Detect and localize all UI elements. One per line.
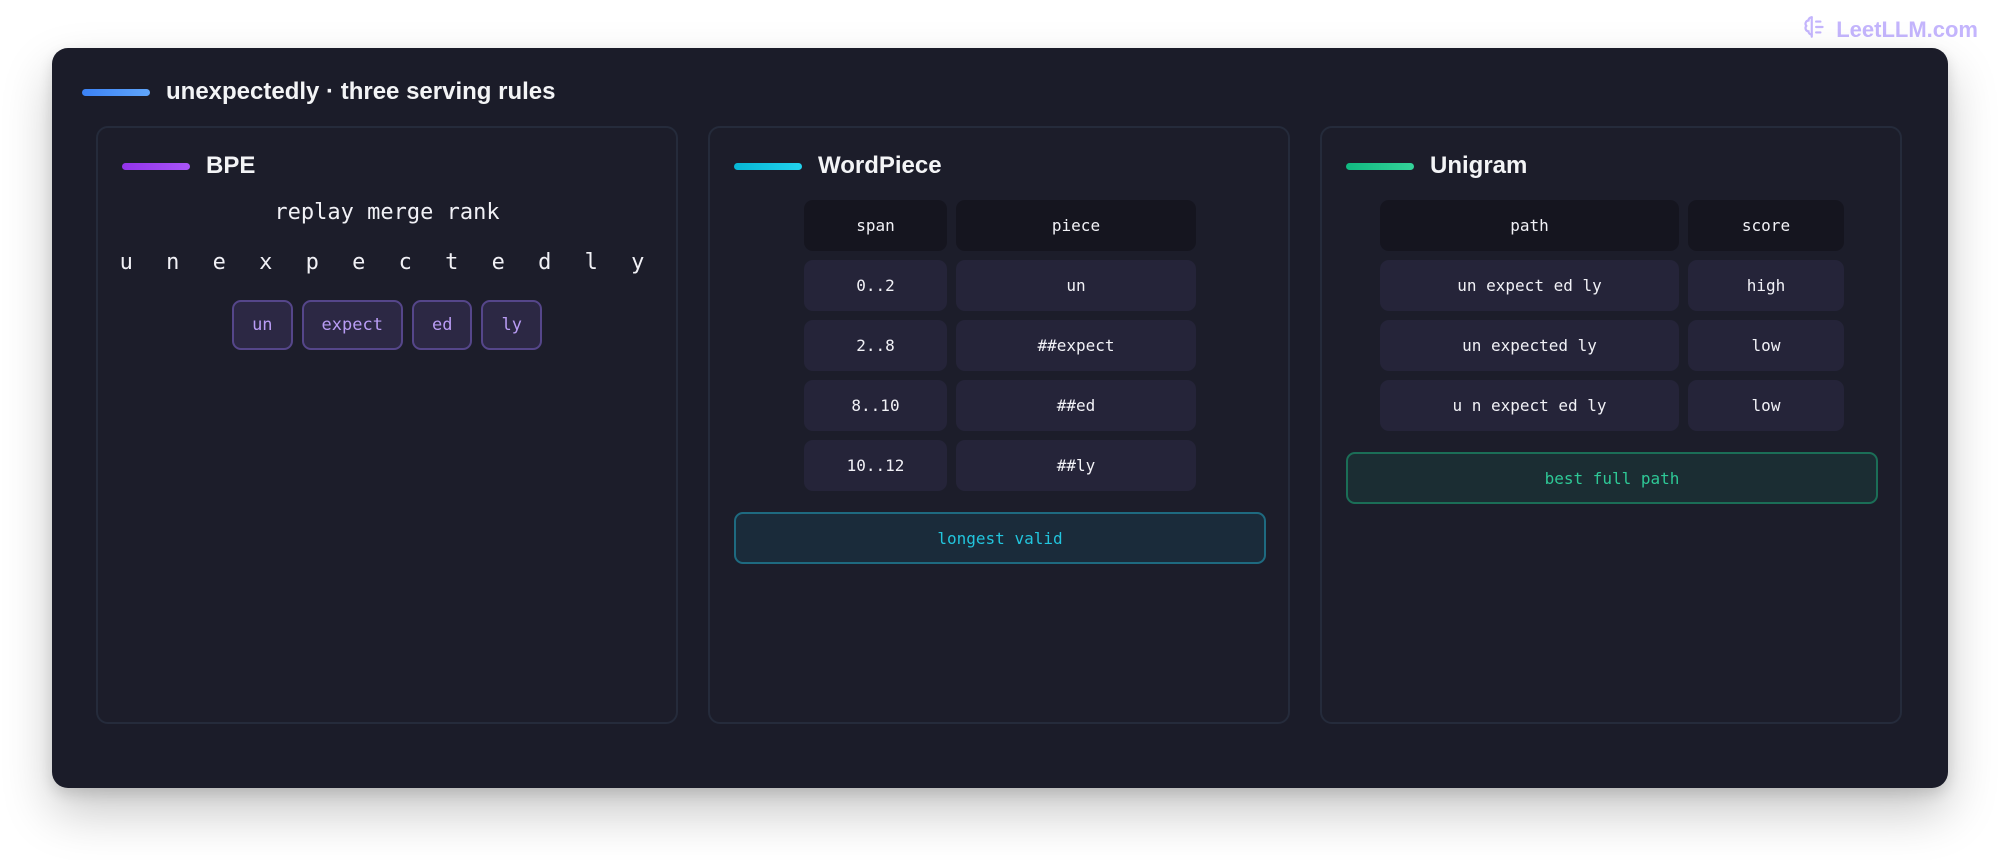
bpe-token: expect <box>301 300 403 350</box>
path-cell: un expect ed ly <box>1380 260 1679 311</box>
score-cell: low <box>1688 380 1844 431</box>
unigram-title: Unigram <box>1430 152 1528 179</box>
frame-accent-bar <box>82 88 150 96</box>
panel-bpe: BPE replay merge rank u n e x p e c t e … <box>96 126 678 724</box>
path-cell: u n expect ed ly <box>1380 380 1679 431</box>
table-header-row: span piece <box>804 200 1196 251</box>
span-cell: 10..12 <box>804 440 947 491</box>
frame-title: unexpectedly · three serving rules <box>166 78 556 105</box>
span-header: span <box>804 200 947 251</box>
table-row: 10..12 ##ly <box>804 440 1196 491</box>
table-row: un expected ly low <box>1380 320 1844 371</box>
score-header: score <box>1688 200 1844 251</box>
piece-cell: ##ed <box>956 380 1196 431</box>
table-row: 0..2 un <box>804 260 1196 311</box>
bpe-accent-bar <box>122 162 190 170</box>
path-cell: un expected ly <box>1380 320 1679 371</box>
diagram-frame: unexpectedly · three serving rules BPE r… <box>52 48 1948 788</box>
brand-logo: LeetLLM.com <box>1802 14 1978 46</box>
span-cell: 0..2 <box>804 260 947 311</box>
table-row: un expect ed ly high <box>1380 260 1844 311</box>
bpe-characters: u n e x p e c t e d l y <box>119 250 655 275</box>
panel-unigram-header: Unigram <box>1346 152 1527 180</box>
bpe-token: ly <box>481 300 542 350</box>
path-header: path <box>1380 200 1679 251</box>
unigram-accent-bar <box>1346 162 1414 170</box>
unigram-table: path score un expect ed ly high un expec… <box>1380 200 1844 431</box>
unigram-note: best full path <box>1346 452 1878 504</box>
piece-header: piece <box>956 200 1196 251</box>
span-cell: 2..8 <box>804 320 947 371</box>
panel-wordpiece: WordPiece span piece 0..2 un 2..8 ##expe… <box>708 126 1290 724</box>
bpe-token-row: un expect ed ly <box>98 300 676 350</box>
table-row: 2..8 ##expect <box>804 320 1196 371</box>
panel-unigram: Unigram path score un expect ed ly high … <box>1320 126 1902 724</box>
wordpiece-title: WordPiece <box>818 152 942 179</box>
score-cell: low <box>1688 320 1844 371</box>
table-row: u n expect ed ly low <box>1380 380 1844 431</box>
table-row: 8..10 ##ed <box>804 380 1196 431</box>
wordpiece-table: span piece 0..2 un 2..8 ##expect 8..10 #… <box>804 200 1196 491</box>
wordpiece-accent-bar <box>734 162 802 170</box>
wordpiece-note: longest valid <box>734 512 1266 564</box>
bpe-token: un <box>232 300 293 350</box>
frame-header: unexpectedly · three serving rules <box>82 78 555 106</box>
piece-cell: un <box>956 260 1196 311</box>
panel-bpe-header: BPE <box>122 152 255 180</box>
span-cell: 8..10 <box>804 380 947 431</box>
brand-name: LeetLLM.com <box>1836 17 1978 42</box>
score-cell: high <box>1688 260 1844 311</box>
bpe-title: BPE <box>206 152 256 179</box>
brain-icon <box>1802 14 1828 46</box>
table-header-row: path score <box>1380 200 1844 251</box>
piece-cell: ##ly <box>956 440 1196 491</box>
bpe-token: ed <box>411 300 473 350</box>
panel-wordpiece-header: WordPiece <box>734 152 942 180</box>
piece-cell: ##expect <box>956 320 1196 371</box>
bpe-rule: replay merge rank <box>274 200 500 225</box>
